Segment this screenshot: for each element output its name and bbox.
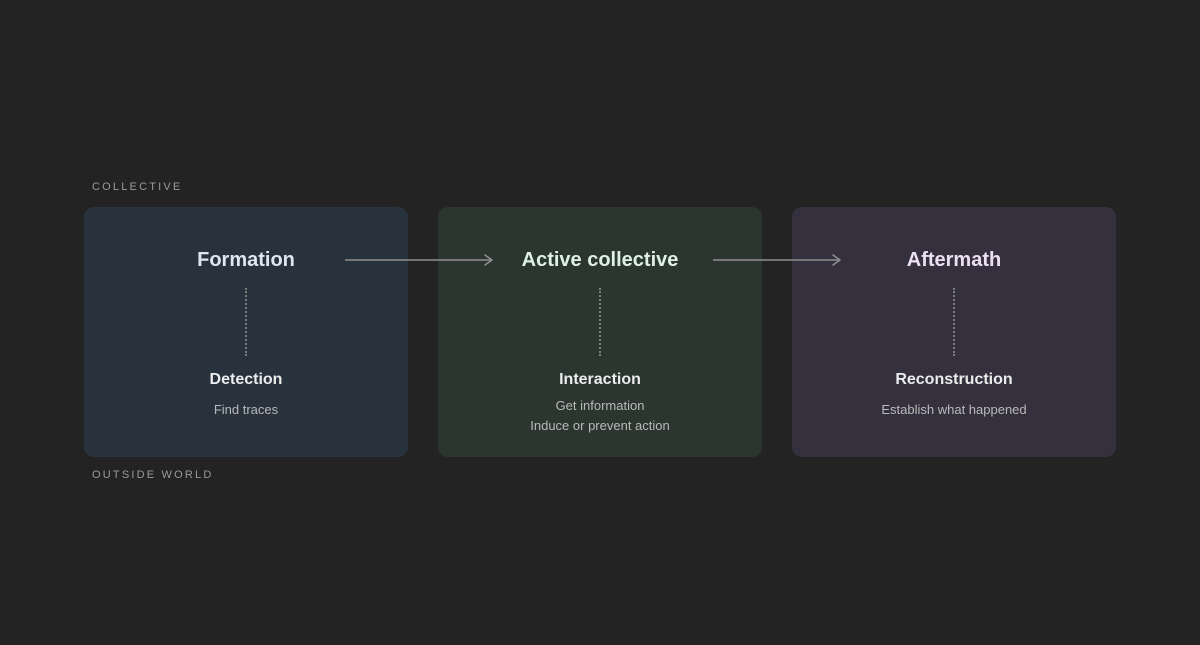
- stage-formation: Formation Detection Find traces: [84, 207, 408, 457]
- arrow-right-icon: [345, 254, 493, 266]
- description-interaction-line-1: Get information: [555, 398, 645, 413]
- stage-active-collective: Active collective Interaction Get inform…: [438, 207, 762, 457]
- description-detection: Find traces: [213, 402, 279, 417]
- description-reconstruction: Establish what happened: [881, 402, 1027, 417]
- collective-band-label: COLLECTIVE: [92, 181, 183, 193]
- dotted-connector: [599, 288, 601, 356]
- sub-title-detection: Detection: [209, 371, 283, 388]
- dotted-connector: [953, 288, 955, 356]
- sub-title-reconstruction: Reconstruction: [895, 371, 1013, 388]
- sub-title-interaction: Interaction: [559, 371, 641, 388]
- stage-aftermath: Aftermath Reconstruction Establish what …: [792, 207, 1116, 457]
- outside-world-band-label: OUTSIDE WORLD: [92, 469, 214, 481]
- dotted-connector: [245, 288, 247, 356]
- arrow-right-icon: [713, 254, 841, 266]
- description-interaction-line-2: Induce or prevent action: [530, 418, 670, 433]
